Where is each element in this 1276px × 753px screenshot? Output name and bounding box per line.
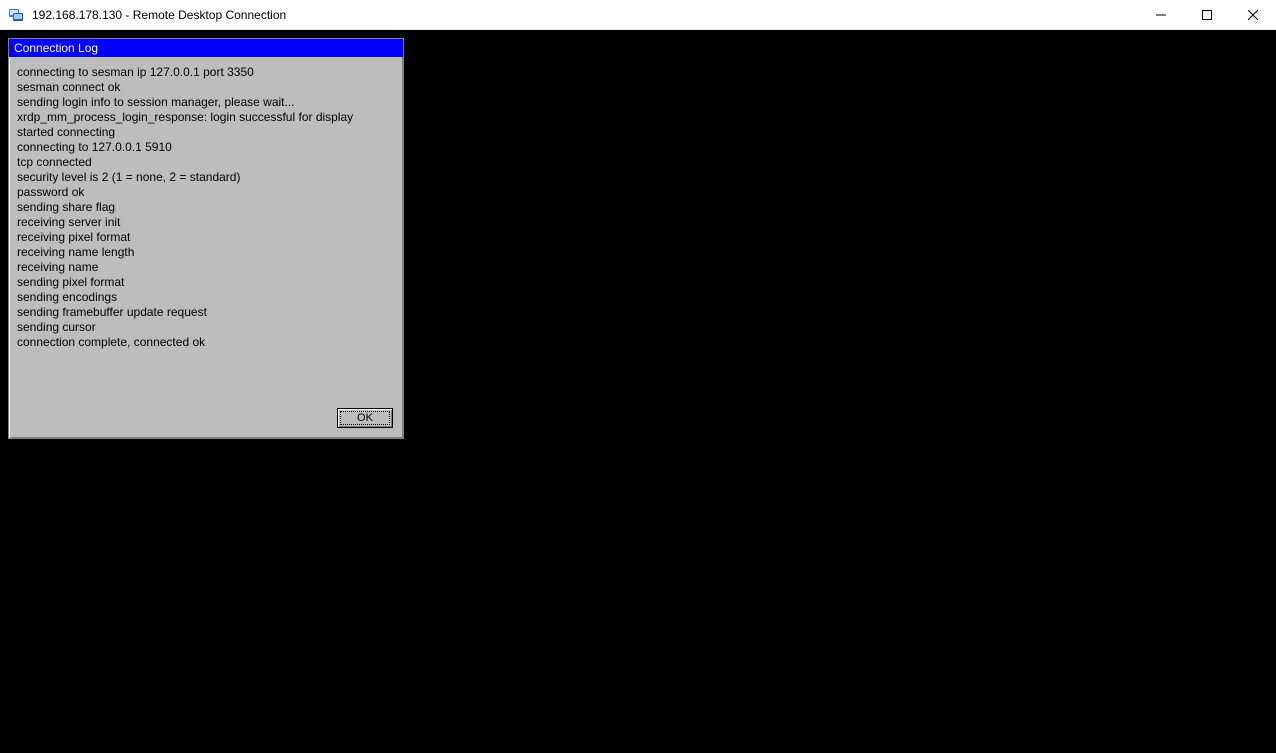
log-line: connection complete, connected ok [17,335,395,350]
connection-log-body: connecting to sesman ip 127.0.0.1 port 3… [9,57,403,402]
log-line: sending framebuffer update request [17,305,395,320]
maximize-button[interactable] [1184,0,1230,29]
rdp-icon [8,7,24,23]
log-line: sending encodings [17,290,395,305]
log-line: tcp connected [17,155,395,170]
log-line: sending cursor [17,320,395,335]
dialog-footer: OK [9,402,403,438]
app-window: 192.168.178.130 - Remote Desktop Connect… [0,0,1276,753]
log-line: sesman connect ok [17,80,395,95]
log-line: sending share flag [17,200,395,215]
log-line: receiving name [17,260,395,275]
log-line: started connecting [17,125,395,140]
window-title: 192.168.178.130 - Remote Desktop Connect… [32,8,1138,22]
log-line: password ok [17,185,395,200]
remote-desktop-area: Connection Log connecting to sesman ip 1… [0,30,1276,753]
ok-button[interactable]: OK [337,408,393,428]
log-line: xrdp_mm_process_login_response: login su… [17,110,395,125]
log-line: receiving server init [17,215,395,230]
dialog-title: Connection Log [9,39,403,57]
log-line: receiving pixel format [17,230,395,245]
log-line: sending pixel format [17,275,395,290]
log-line: receiving name length [17,245,395,260]
log-line: connecting to 127.0.0.1 5910 [17,140,395,155]
connection-log-dialog: Connection Log connecting to sesman ip 1… [8,38,404,439]
log-line: security level is 2 (1 = none, 2 = stand… [17,170,395,185]
minimize-button[interactable] [1138,0,1184,29]
close-button[interactable] [1230,0,1276,29]
titlebar: 192.168.178.130 - Remote Desktop Connect… [0,0,1276,30]
window-controls [1138,0,1276,29]
log-line: sending login info to session manager, p… [17,95,395,110]
log-line: connecting to sesman ip 127.0.0.1 port 3… [17,65,395,80]
